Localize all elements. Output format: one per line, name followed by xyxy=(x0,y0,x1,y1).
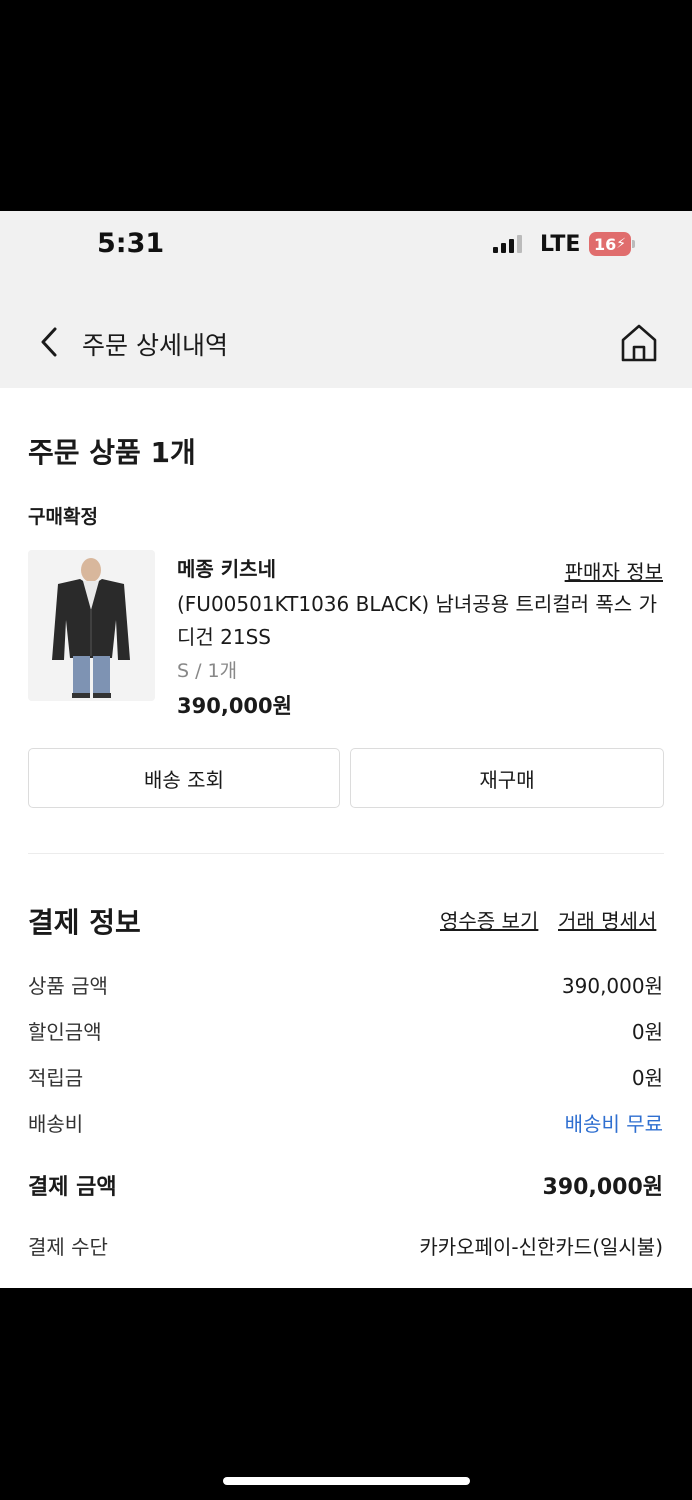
payment-method-label: 결제 수단 xyxy=(28,1235,108,1259)
reorder-button[interactable]: 재구매 xyxy=(350,748,664,808)
product-price: 390,000원 xyxy=(177,694,292,718)
points-value: 0원 xyxy=(631,1066,663,1090)
order-status: 구매확정 xyxy=(28,506,98,528)
product-amount-label: 상품 금액 xyxy=(28,974,108,998)
order-detail-content: 주문 상품 1개 구매확정 메종 키츠네 판매자 정보 (FU00501KT10… xyxy=(0,388,692,1288)
signal-icon xyxy=(493,233,523,253)
battery-icon: 16 ⚡ xyxy=(589,232,631,256)
discount-value: 0원 xyxy=(631,1020,663,1044)
shipping-fee-value: 배송비 무료 xyxy=(564,1112,663,1136)
payment-section-title: 결제 정보 xyxy=(28,906,141,939)
total-amount-label: 결제 금액 xyxy=(28,1175,117,1200)
page-title: 주문 상세내역 xyxy=(82,331,228,360)
seller-info-link[interactable]: 판매자 정보 xyxy=(565,556,663,585)
battery-tip xyxy=(632,240,635,248)
order-section-title: 주문 상품 1개 xyxy=(28,436,196,469)
product-option: S / 1개 xyxy=(177,660,238,682)
network-label: LTE xyxy=(540,232,581,257)
clock: 5:31 xyxy=(97,228,165,259)
product-brand: 메종 키츠네 xyxy=(177,557,276,581)
status-bar: 5:31 LTE 16 ⚡ xyxy=(0,211,692,281)
chevron-left-icon[interactable] xyxy=(36,325,64,359)
track-delivery-button[interactable]: 배송 조회 xyxy=(28,748,340,808)
nav-bar: 주문 상세내역 xyxy=(0,281,692,388)
home-icon[interactable] xyxy=(620,323,658,363)
discount-label: 할인금액 xyxy=(28,1020,102,1044)
home-indicator[interactable] xyxy=(223,1477,470,1485)
payment-method-value: 카카오페이-신한카드(일시불) xyxy=(419,1235,663,1259)
product-thumbnail[interactable] xyxy=(28,550,155,701)
battery-level: 16 xyxy=(593,234,617,254)
shipping-fee-label: 배송비 xyxy=(28,1112,84,1136)
points-label: 적립금 xyxy=(28,1066,84,1090)
total-amount-value: 390,000원 xyxy=(542,1175,663,1200)
product-amount-value: 390,000원 xyxy=(561,974,663,998)
transaction-statement-link[interactable]: 거래 명세서 xyxy=(558,905,656,934)
product-name[interactable]: (FU00501KT1036 BLACK) 남녀공용 트리컬러 폭스 가디건 2… xyxy=(177,588,667,654)
cardigan-image xyxy=(28,550,155,701)
section-divider xyxy=(28,853,664,854)
receipt-link[interactable]: 영수증 보기 xyxy=(440,905,538,934)
